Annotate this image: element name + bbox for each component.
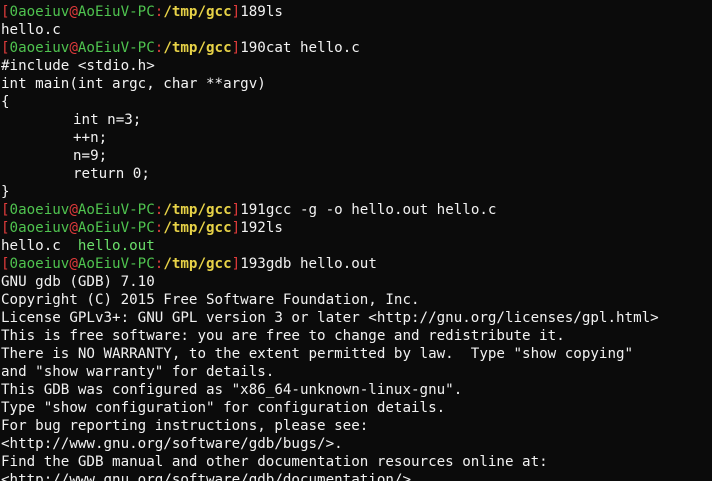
command-text: gdb hello.out (265, 256, 377, 272)
gdb-output-line: <http://www.gnu.org/software/gdb/documen… (1, 472, 420, 481)
code-line: #include <stdio.h> (1, 58, 155, 74)
prompt-line: [0aoeiuv@AoEiuV-PC:/tmp/gcc]190cat hello… (1, 40, 360, 56)
history-number: 189 (240, 4, 266, 20)
terminal-output: [0aoeiuv@AoEiuV-PC:/tmp/gcc]189ls hello.… (1, 3, 659, 481)
prompt-user: 0aoeiuv (9, 4, 70, 20)
file-hello-out: hello.out (77, 238, 155, 254)
gdb-output-line: This is free software: you are free to c… (1, 328, 565, 344)
code-line: ++n; (73, 130, 108, 146)
code-line: n=9; (73, 148, 108, 164)
ls-output: hello.c (1, 22, 61, 38)
gdb-output-line: and "show warranty" for details. (1, 364, 275, 380)
prompt-line: [0aoeiuv@AoEiuV-PC:/tmp/gcc]193gdb hello… (1, 256, 377, 272)
gdb-output-line: There is NO WARRANTY, to the extent perm… (1, 346, 634, 362)
history-number: 192 (240, 220, 266, 236)
gdb-output-line: <http://www.gnu.org/software/gdb/bugs/>. (1, 436, 343, 452)
prompt-host: AoEiuV-PC (77, 4, 155, 20)
history-number: 190 (240, 40, 266, 56)
code-line: return 0; (73, 166, 150, 182)
code-line: int n=3; (73, 112, 142, 128)
gdb-output-line: License GPLv3+: GNU GPL version 3 or lat… (1, 310, 659, 326)
gdb-output-line: For bug reporting instructions, please s… (1, 418, 369, 434)
gdb-output-line: This GDB was configured as "x86_64-unkno… (1, 382, 463, 398)
file-hello-c: hello.c (1, 238, 61, 254)
command-text: cat hello.c (265, 40, 360, 56)
gdb-output-line: Copyright (C) 2015 Free Software Foundat… (1, 292, 420, 308)
gdb-output-line: GNU gdb (GDB) 7.10 (1, 274, 155, 290)
code-line: { (1, 94, 10, 110)
prompt-line: [0aoeiuv@AoEiuV-PC:/tmp/gcc]191gcc -g -o… (1, 202, 497, 218)
ls-output: hello.c hello.out (1, 237, 659, 255)
terminal-window[interactable]: [0aoeiuv@AoEiuV-PC:/tmp/gcc]189ls hello.… (0, 0, 712, 481)
history-number: 193 (240, 256, 266, 272)
command-text: gcc -g -o hello.out hello.c (265, 202, 497, 218)
command-text: ls (265, 4, 283, 20)
prompt-line: [0aoeiuv@AoEiuV-PC:/tmp/gcc]192ls (1, 220, 283, 236)
prompt-path: /tmp/gcc (163, 4, 232, 20)
history-number: 191 (240, 202, 266, 218)
prompt-line: [0aoeiuv@AoEiuV-PC:/tmp/gcc]189ls (1, 4, 283, 20)
code-line: int main(int argc, char **argv) (1, 76, 266, 92)
gdb-output-line: Find the GDB manual and other documentat… (1, 454, 548, 470)
command-text: ls (265, 220, 283, 236)
code-line: } (1, 184, 10, 200)
gdb-output-line: Type "show configuration" for configurat… (1, 400, 446, 416)
